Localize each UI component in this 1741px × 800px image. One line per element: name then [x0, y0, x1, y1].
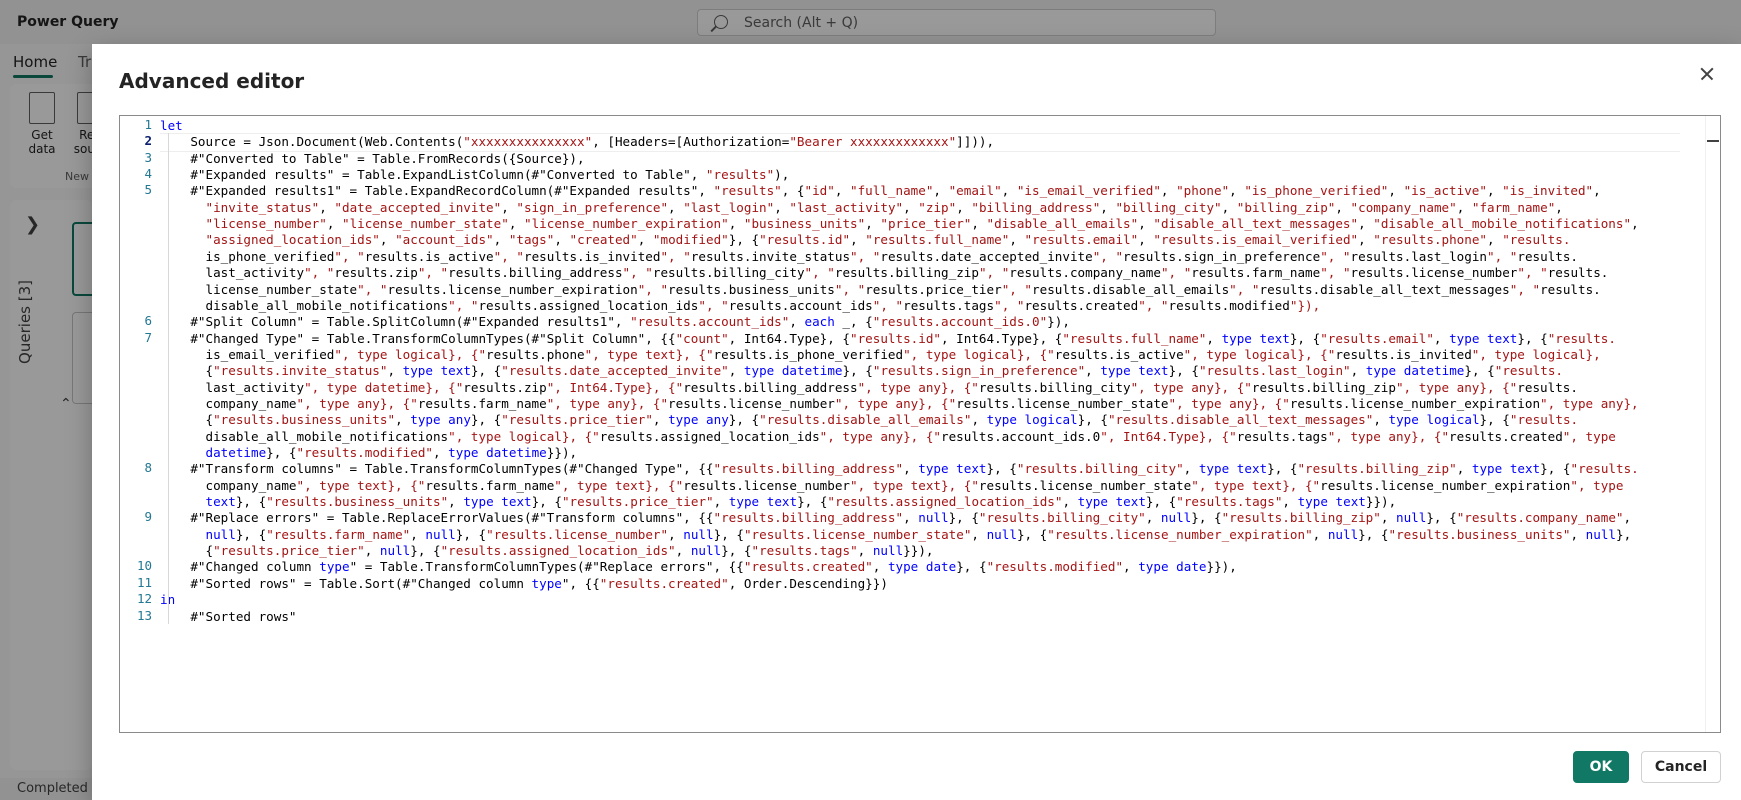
ok-button[interactable]: OK [1573, 751, 1629, 783]
code-line: "license_number", "license_number_state"… [205, 216, 1639, 232]
line-number: 9 [144, 509, 152, 525]
line-number: 3 [144, 149, 152, 165]
line-number: 1 [144, 117, 152, 132]
line-number: 11 [136, 574, 152, 590]
code-line: #"Replace errors" = Table.ReplaceErrorVa… [160, 510, 1632, 526]
cancel-button[interactable]: Cancel [1641, 751, 1721, 783]
line-number: 7 [144, 329, 152, 345]
code-line: let [160, 118, 183, 133]
code-line: null}, {"results.farm_name", null}, {"re… [205, 526, 1632, 542]
code-line: is_phone_verified", "results.is_active",… [160, 248, 1579, 264]
code-line: #"Converted to Table" = Table.FromRecord… [160, 150, 585, 166]
code-line: #"Changed Type" = Table.TransformColumnT… [160, 330, 1616, 346]
code-line: license_number_state", "results.license_… [160, 281, 1601, 297]
code-line: Source = Json.Document(Web.Contents("xxx… [160, 134, 995, 150]
line-number: 13 [136, 607, 152, 623]
line-number: 10 [136, 558, 152, 574]
line-number-gutter: 1 2 3 4 5 6 7 8 9 10 11 12 13 [120, 116, 160, 732]
line-number: 6 [144, 313, 152, 329]
code-line: last_activity", type datetime}, {"result… [160, 379, 1578, 395]
code-line: {"results.business_units", type any}, {"… [160, 412, 1579, 428]
advanced-editor-dialog: Advanced editor 1 2 3 4 5 6 7 8 9 10 11 12 13 let So… [92, 44, 1741, 800]
vertical-scrollbar[interactable] [1705, 116, 1720, 732]
code-line: "invite_status", "date_accepted_invite",… [205, 199, 1563, 215]
code-line: "assigned_location_ids", "account_ids", … [205, 232, 1571, 248]
code-line: company_name", type text}, {"results.far… [160, 477, 1624, 493]
code-line: datetime}, {"results.modified", type dat… [205, 445, 578, 460]
line-number: 5 [144, 182, 152, 198]
code-line: text}, {"results.business_units", type t… [205, 494, 1397, 510]
code-line: disable_all_mobile_notifications", type … [160, 428, 1616, 444]
code-line: disable_all_mobile_notifications", "resu… [160, 297, 1321, 313]
code-line: #"Sorted rows" [160, 608, 297, 624]
code-line: is_email_verified", type logical}, {"res… [160, 346, 1601, 362]
code-line: #"Expanded results" = Table.ExpandListCo… [160, 167, 790, 183]
code-line: company_name", type any}, {"results.farm… [160, 395, 1639, 411]
code-line: #"Sorted rows" = Table.Sort(#"Changed co… [160, 575, 888, 591]
code-line: #"Transform columns" = Table.TransformCo… [160, 461, 1639, 477]
close-icon[interactable] [1693, 60, 1721, 88]
line-number: 2 [144, 133, 152, 149]
code-editor[interactable]: 1 2 3 4 5 6 7 8 9 10 11 12 13 let Source = Json.Docu… [119, 115, 1721, 733]
code-line: #"Expanded results1" = Table.ExpandRecor… [160, 183, 1601, 199]
code-line: {"results.invite_status", type text}, {"… [160, 363, 1563, 379]
code-line: #"Changed column type" = Table.Transform… [160, 559, 1237, 575]
code-line: last_activity", "results.zip", "results.… [160, 265, 1609, 281]
code-line: #"Split Column" = Table.SplitColumn(#"Ex… [160, 314, 1070, 330]
line-number: 12 [136, 591, 152, 607]
dialog-title: Advanced editor [119, 69, 305, 93]
line-number: 4 [144, 166, 152, 182]
line-number: 8 [144, 460, 152, 476]
indent-guide [168, 133, 169, 624]
scrollbar-cursor-marker [1707, 140, 1719, 142]
code-line: {"results.price_tier", null}, {"results.… [160, 543, 934, 559]
